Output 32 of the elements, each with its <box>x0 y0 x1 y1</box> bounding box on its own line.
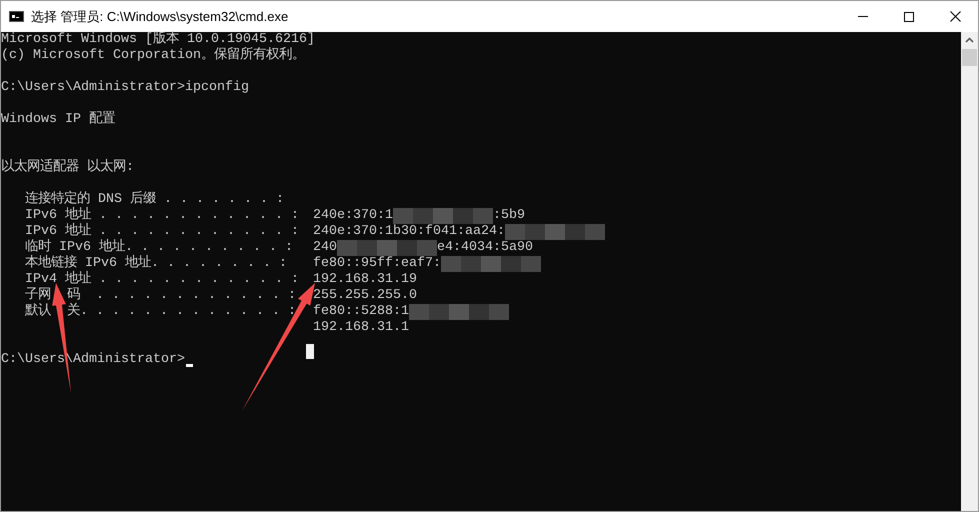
field-label: IPv6 地址 . . . . . . . . . . . . : <box>24 208 299 223</box>
field-label: 临时 IPv6 地址. . . . . . . . . . : <box>24 240 293 255</box>
field-value: fe80::95ff:eaf7: <box>313 256 441 272</box>
field-value: 255.255.255.0 <box>313 288 417 304</box>
field-label: 默认 <box>24 304 51 319</box>
window-title: 选择 管理员: C:\Windows\system32\cmd.exe <box>31 8 288 26</box>
close-icon <box>950 11 960 22</box>
field-value: :5b9 <box>492 208 525 224</box>
scrollbar[interactable] <box>961 32 978 511</box>
field-label: 关. . . . . . . . . . . . . : <box>67 304 296 319</box>
field-label: 码 . . . . . . . . . . . . : <box>67 288 296 303</box>
field-label: 子网 <box>24 288 51 303</box>
console-app-icon <box>9 11 24 22</box>
field-label: 连接特定的 DNS 后缀 . . . . . . . : <box>24 192 284 207</box>
command-prompt: C:\Users\Administrator>ipconfig <box>1 80 249 96</box>
field-value: 192.168.31.19 <box>313 272 417 288</box>
field-label: IPv4 地址 . . . . . . . . . . . . : <box>24 272 299 287</box>
field-value: fe80::5288:1 <box>313 304 409 320</box>
field-value: 240 <box>313 240 337 256</box>
field-value: 240e:370:1 <box>313 208 393 224</box>
scrollbar-thumb[interactable] <box>962 49 977 66</box>
block-cursor <box>306 344 314 359</box>
field-label: IPv6 地址 . . . . . . . . . . . . : <box>24 224 299 239</box>
console-line: (c) Microsoft Corporation。保留所有权利。 <box>1 48 305 64</box>
field-label: 本地链接 IPv6 地址. . . . . . . . : <box>24 256 287 271</box>
console-line: Microsoft Windows [版本 10.0.19045.6216] <box>1 32 315 47</box>
console-line: Windows IP 配置 <box>1 112 115 128</box>
scroll-up-icon[interactable] <box>965 37 974 43</box>
field-value: e4:4034:5a90 <box>437 240 533 256</box>
console-line: 以太网适配器 以太网: <box>1 160 134 176</box>
field-value: 192.168.31.1 <box>313 320 409 336</box>
field-value: 240e:370:1b30:f041:aa24: <box>313 224 505 240</box>
